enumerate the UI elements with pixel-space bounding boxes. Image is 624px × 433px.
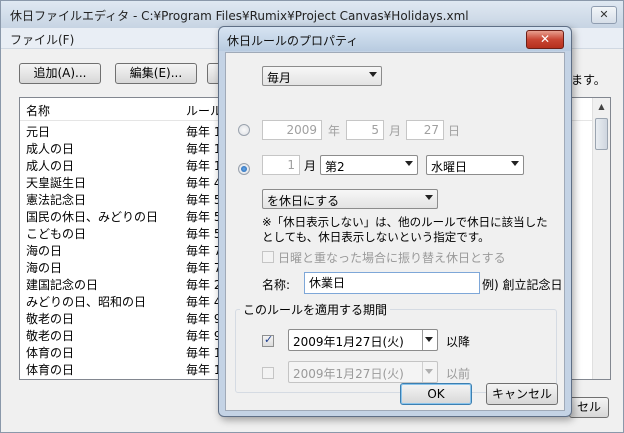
dialog-close-button[interactable]: ✕	[526, 30, 564, 49]
holiday-rule: 毎年 9	[186, 329, 222, 343]
edit-button[interactable]: 編集(E)...	[115, 63, 197, 84]
holiday-rule: 毎年 5	[186, 193, 222, 207]
rule-month-field[interactable]: 1	[262, 155, 300, 175]
month-field[interactable]: 5	[346, 120, 384, 140]
chevron-down-icon	[405, 161, 413, 166]
week-value: 第2	[325, 160, 345, 174]
holiday-rule: 毎年 9	[186, 312, 222, 326]
holiday-name: 建国記念の日	[26, 278, 99, 292]
name-label: 名称:	[262, 278, 291, 292]
dialog-title: 休日ルールのプロパティ	[227, 34, 359, 48]
weekday-value: 水曜日	[431, 160, 468, 174]
column-name[interactable]: 名称	[26, 102, 50, 119]
name-input[interactable]: 休業日	[304, 272, 480, 294]
dialog-title-bar: 休日ルールのプロパティ ✕	[219, 27, 571, 51]
holiday-name: 海の日	[26, 261, 63, 275]
holiday-name: 憲法記念日	[26, 193, 87, 207]
from-label: 以降	[446, 335, 471, 349]
to-date-picker[interactable]: 2009年1月27日(火)	[288, 361, 438, 383]
scroll-up-icon[interactable]: ▲	[593, 98, 610, 115]
chevron-down-icon	[369, 72, 377, 77]
holiday-rule: 毎年 5	[186, 210, 222, 224]
holiday-name: 天皇誕生日	[26, 176, 87, 190]
chevron-down-icon	[425, 369, 433, 374]
week-select[interactable]: 第2	[320, 155, 418, 175]
holiday-name: 海の日	[26, 244, 63, 258]
holiday-rule-dialog: 休日ルールのプロパティ ✕ 毎月 2009 年 5 月 27 日 1 月 第2 …	[218, 26, 572, 417]
hint-text: ます。	[571, 73, 606, 87]
chevron-down-icon	[511, 161, 519, 166]
action-value: を休日にする	[267, 194, 340, 208]
holiday-name: 国民の休日、みどりの日	[26, 210, 159, 224]
holiday-name: 元日	[26, 125, 51, 139]
fixed-date-radio[interactable]	[238, 124, 250, 136]
holiday-name: 体育の日	[26, 363, 75, 377]
ok-button[interactable]: OK	[400, 383, 472, 405]
holiday-rule: 毎年 1	[186, 125, 222, 139]
main-cancel-button[interactable]: セル	[569, 397, 609, 418]
main-window-title: 休日ファイルエディタ - C:¥Program Files¥Rumix¥Proj…	[10, 9, 469, 23]
frequency-value: 毎月	[267, 71, 292, 85]
holiday-rule: 毎年 1	[186, 142, 222, 156]
scroll-thumb[interactable]	[595, 118, 608, 150]
to-date-divider	[422, 362, 423, 382]
holiday-rule: 毎年 4	[186, 176, 222, 190]
column-rule[interactable]: ルール	[186, 102, 222, 119]
holiday-rule: 毎年 1	[186, 363, 222, 377]
frequency-select[interactable]: 毎月	[262, 66, 382, 86]
chevron-down-icon	[425, 337, 433, 342]
year-field[interactable]: 2009	[262, 120, 322, 140]
period-legend: このルールを適用する期間	[240, 301, 391, 318]
weekday-rule-radio[interactable]	[238, 163, 250, 175]
holiday-rule: 毎年 7	[186, 244, 222, 258]
main-close-button[interactable]: ✕	[591, 6, 617, 24]
note-text: ※「休日表示しない」は、他のルールで休日に該当したとしても、休日表示しないという…	[262, 215, 548, 244]
from-date-checkbox[interactable]	[262, 333, 274, 347]
day-field[interactable]: 27	[406, 120, 444, 140]
substitute-label: 日曜と重なった場合に振り替え休日とする	[278, 251, 506, 265]
list-scrollbar[interactable]: ▲	[592, 98, 610, 379]
dialog-body: 毎月 2009 年 5 月 27 日 1 月 第2 水曜日 を休日にする ※「休…	[225, 52, 565, 411]
main-title-bar: 休日ファイルエディタ - C:¥Program Files¥Rumix¥Proj…	[1, 1, 623, 29]
holiday-rule: 毎年 5	[186, 227, 222, 241]
to-date-value: 2009年1月27日(火)	[293, 367, 404, 381]
from-date-picker[interactable]: 2009年1月27日(火)	[288, 329, 438, 351]
holiday-name: 敬老の日	[26, 329, 75, 343]
action-select[interactable]: を休日にする	[262, 189, 438, 209]
holiday-name: 敬老の日	[26, 312, 75, 326]
holiday-rule: 毎年 4	[186, 295, 222, 309]
holiday-rule: 毎年 2	[186, 278, 222, 292]
rule-month-unit: 月	[304, 159, 317, 173]
holiday-name: 体育の日	[26, 346, 75, 360]
day-unit: 日	[448, 124, 461, 138]
holiday-name: 成人の日	[26, 142, 75, 156]
holiday-rule: 毎年 1	[186, 346, 222, 360]
from-date-value: 2009年1月27日(火)	[293, 335, 404, 349]
year-unit: 年	[328, 124, 341, 138]
to-label: 以前	[446, 367, 471, 381]
chevron-down-icon	[425, 195, 433, 200]
holiday-rule: 毎年 1	[186, 159, 222, 173]
to-date-checkbox[interactable]	[262, 367, 274, 379]
weekday-select[interactable]: 水曜日	[426, 155, 524, 175]
cancel-button[interactable]: キャンセル	[486, 383, 558, 405]
menu-file[interactable]: ファイル(F)	[10, 31, 74, 48]
substitute-checkbox[interactable]	[262, 251, 274, 263]
holiday-rule: 毎年 7	[186, 261, 222, 275]
holiday-name: 成人の日	[26, 159, 75, 173]
month-unit: 月	[389, 124, 402, 138]
holiday-name: こどもの日	[26, 227, 87, 241]
name-example: 例) 創立記念日	[482, 278, 563, 292]
from-date-divider	[422, 330, 423, 350]
holiday-name: みどりの日、昭和の日	[26, 295, 147, 309]
add-button[interactable]: 追加(A)...	[19, 63, 101, 84]
